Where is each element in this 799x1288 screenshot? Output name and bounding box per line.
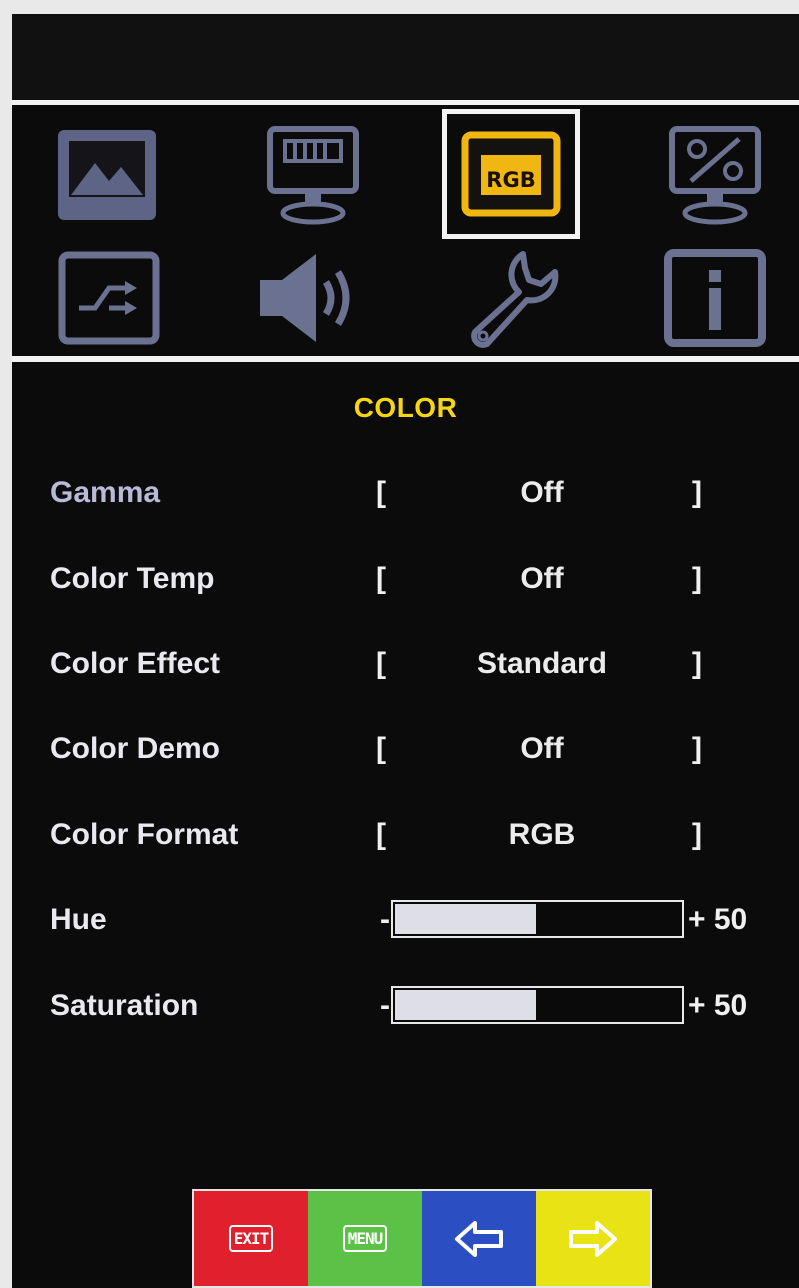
- setting-label: Gamma: [50, 476, 161, 509]
- slider-row-hue[interactable]: Hue - + 50: [12, 898, 799, 942]
- setting-row-color-effect[interactable]: Color Effect [ Standard ]: [12, 642, 799, 686]
- setting-value[interactable]: Off: [392, 471, 692, 515]
- hue-slider-fill: [395, 904, 536, 934]
- monitor-display-icon: [267, 126, 359, 225]
- speaker-icon: [260, 254, 350, 342]
- left-arrow-button[interactable]: [422, 1191, 536, 1286]
- saturation-value: + 50: [688, 989, 748, 1022]
- setting-row-gamma[interactable]: Gamma [ Off ]: [12, 471, 799, 515]
- slider-minus: -: [380, 989, 390, 1022]
- saturation-slider[interactable]: [391, 986, 684, 1024]
- bracket-open: [: [376, 647, 386, 680]
- menu-label: MENU: [342, 1225, 388, 1252]
- setting-label: Color Temp: [50, 562, 215, 595]
- slider-row-saturation[interactable]: Saturation - + 50: [12, 984, 799, 1028]
- left-arrow-icon: [455, 1220, 503, 1257]
- exit-button[interactable]: EXIT: [194, 1191, 308, 1286]
- right-arrow-button[interactable]: [536, 1191, 650, 1286]
- bracket-open: [: [376, 732, 386, 765]
- top-strip: [12, 14, 799, 100]
- monitor-adjust-icon: [669, 126, 761, 225]
- setting-value[interactable]: Off: [392, 727, 692, 771]
- setting-label: Color Format: [50, 818, 239, 851]
- rgb-label: RGB: [486, 168, 535, 192]
- setting-row-color-demo[interactable]: Color Demo [ Off ]: [12, 727, 799, 771]
- menu-button[interactable]: MENU: [308, 1191, 422, 1286]
- control-button-bar: EXIT MENU: [192, 1189, 652, 1288]
- setting-label: Color Effect: [50, 647, 221, 680]
- bracket-close: ]: [692, 818, 702, 851]
- tab-color[interactable]: RGB: [442, 109, 580, 239]
- tab-input[interactable]: [54, 243, 164, 353]
- slider-label: Saturation: [50, 989, 199, 1022]
- bracket-close: ]: [692, 732, 702, 765]
- tab-setup[interactable]: [456, 243, 566, 353]
- setting-value[interactable]: Off: [392, 557, 692, 601]
- exit-label: EXIT: [228, 1225, 274, 1252]
- right-arrow-icon: [569, 1220, 617, 1257]
- setting-row-color-temp[interactable]: Color Temp [ Off ]: [12, 557, 799, 601]
- slider-minus: -: [380, 903, 390, 936]
- slider-label: Hue: [50, 903, 107, 936]
- tab-information[interactable]: [660, 243, 770, 353]
- tab-display[interactable]: [258, 120, 368, 230]
- setting-value[interactable]: Standard: [392, 642, 692, 686]
- bracket-open: [: [376, 476, 386, 509]
- info-icon: [664, 249, 766, 347]
- rgb-icon: RGB: [461, 131, 561, 217]
- setting-value[interactable]: RGB: [392, 813, 692, 857]
- tab-advanced[interactable]: [660, 120, 770, 230]
- menu-title: COLOR: [353, 392, 458, 423]
- setting-label: Color Demo: [50, 732, 221, 765]
- bracket-open: [: [376, 562, 386, 595]
- input-switch-icon: [58, 251, 160, 345]
- tab-audio[interactable]: [256, 243, 366, 353]
- landscape-picture-icon: [58, 130, 156, 220]
- tab-picture[interactable]: [52, 120, 162, 230]
- hue-value: + 50: [688, 903, 748, 936]
- hue-slider[interactable]: [391, 900, 684, 938]
- bracket-close: ]: [692, 562, 702, 595]
- bracket-open: [: [376, 818, 386, 851]
- bracket-close: ]: [692, 476, 702, 509]
- menu-tab-panel: RGB: [12, 100, 799, 362]
- saturation-slider-fill: [395, 990, 536, 1020]
- setting-row-color-format[interactable]: Color Format [ RGB ]: [12, 813, 799, 857]
- osd-menu: RGB COLOR Gamma [Off] Color Temp [Off…: [12, 14, 799, 1288]
- wrench-icon: [471, 251, 559, 348]
- bracket-close: ]: [692, 647, 702, 680]
